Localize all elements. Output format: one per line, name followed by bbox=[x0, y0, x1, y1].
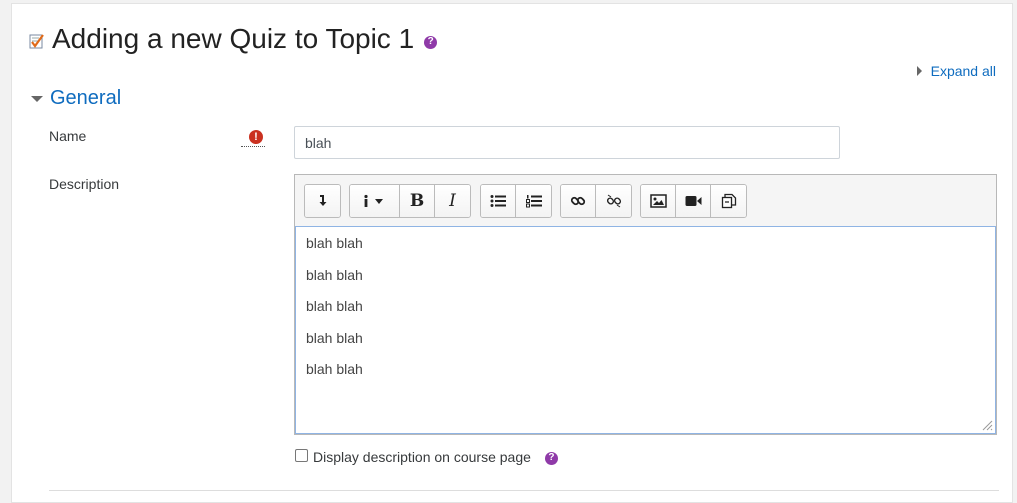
expand-all-label: Expand all bbox=[930, 63, 996, 79]
unlink-button[interactable] bbox=[596, 185, 631, 217]
link-button[interactable] bbox=[561, 185, 596, 217]
description-line: blah blah bbox=[306, 329, 363, 346]
media-button[interactable] bbox=[676, 185, 711, 217]
toolbar-group-style: B I bbox=[349, 184, 471, 218]
caret-right-icon bbox=[916, 66, 922, 76]
unordered-list-icon bbox=[490, 195, 506, 207]
toolbar-group-collapse bbox=[304, 184, 341, 218]
display-description-row: Display description on course page ? bbox=[295, 448, 558, 465]
display-description-checkbox[interactable] bbox=[295, 448, 308, 462]
description-editor: B I blah blah blah blah blah blah blah b… bbox=[294, 174, 997, 435]
display-description-label[interactable]: Display description on course page bbox=[313, 449, 531, 465]
page-header: Adding a new Quiz to Topic 1 ? bbox=[29, 22, 438, 56]
help-icon[interactable]: ? bbox=[424, 35, 438, 49]
image-button[interactable] bbox=[641, 185, 676, 217]
description-line: blah blah bbox=[306, 298, 363, 314]
toolbar-group-media bbox=[640, 184, 747, 218]
resize-handle-icon[interactable] bbox=[981, 419, 993, 431]
collapse-icon bbox=[319, 195, 326, 206]
manage-files-icon bbox=[721, 193, 736, 209]
page-container: Adding a new Quiz to Topic 1 ? Expand al… bbox=[11, 3, 1013, 503]
unlink-icon bbox=[606, 194, 621, 208]
link-icon bbox=[570, 196, 586, 206]
italic-icon: I bbox=[449, 191, 456, 211]
required-icon: ! bbox=[249, 130, 263, 144]
toolbar-group-links bbox=[560, 184, 632, 218]
required-underline bbox=[241, 146, 265, 147]
help-icon[interactable]: ? bbox=[544, 451, 558, 465]
manage-files-button[interactable] bbox=[711, 185, 746, 217]
collapse-button[interactable] bbox=[305, 185, 340, 217]
section-toggle-general[interactable]: General bbox=[31, 87, 121, 110]
info-style-icon bbox=[363, 194, 383, 207]
toolbar-group-lists bbox=[480, 184, 552, 218]
caret-down-icon bbox=[31, 95, 43, 102]
name-input[interactable] bbox=[294, 126, 840, 159]
bold-button[interactable]: B bbox=[400, 185, 435, 217]
description-line: blah blah bbox=[306, 266, 363, 283]
expand-all-link[interactable]: Expand all bbox=[916, 63, 996, 79]
unordered-list-button[interactable] bbox=[481, 185, 516, 217]
paragraph-styles-button[interactable] bbox=[350, 185, 400, 217]
quiz-icon bbox=[29, 34, 44, 49]
page-title: Adding a new Quiz to Topic 1 bbox=[52, 23, 415, 54]
description-line: blah blah bbox=[306, 361, 363, 377]
video-icon bbox=[685, 196, 701, 206]
editor-toolbar: B I bbox=[304, 184, 984, 218]
bold-icon: B bbox=[409, 191, 425, 211]
name-label: Name bbox=[49, 128, 87, 144]
ordered-list-button[interactable] bbox=[516, 185, 551, 217]
section-title: General bbox=[50, 87, 122, 109]
italic-button[interactable]: I bbox=[435, 185, 470, 217]
description-line: blah blah bbox=[306, 235, 363, 251]
description-content[interactable]: blah blah blah blah blah blah blah blah … bbox=[295, 226, 996, 434]
ordered-list-icon bbox=[525, 195, 542, 208]
description-label: Description bbox=[49, 176, 120, 192]
image-icon bbox=[649, 194, 667, 208]
